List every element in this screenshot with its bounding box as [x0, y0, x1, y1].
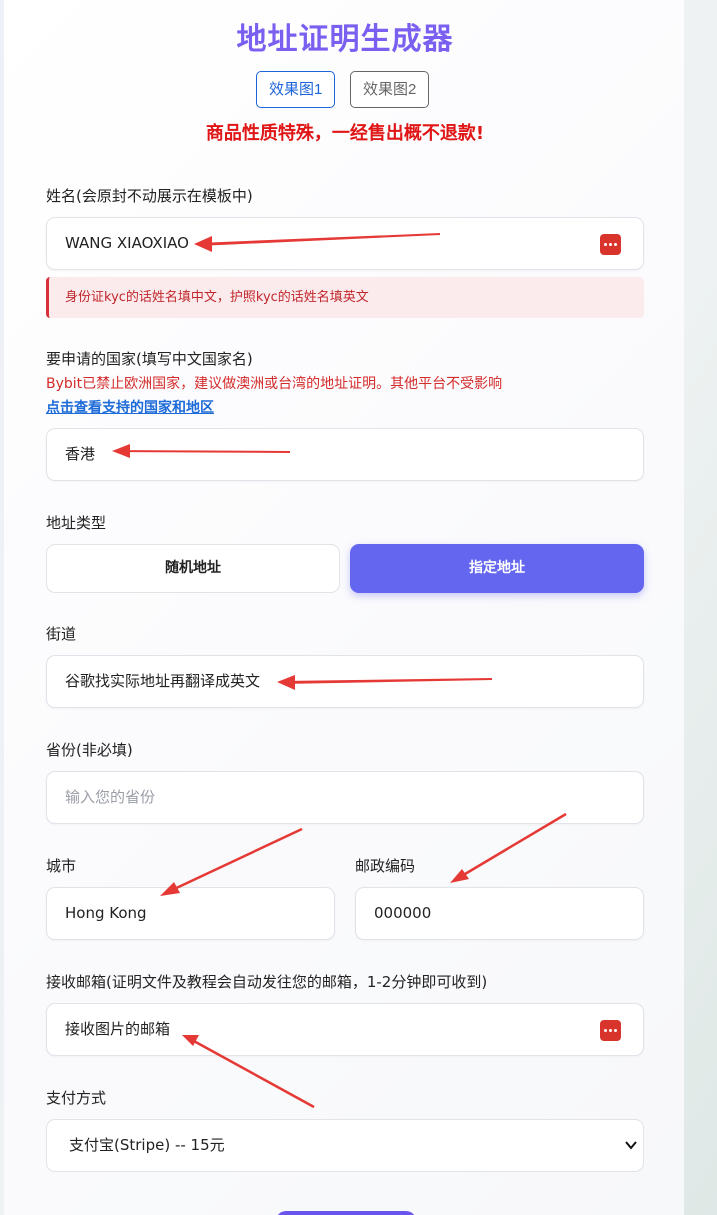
red-arrow-annotation: [194, 233, 440, 252]
red-arrow-annotation: [450, 812, 567, 883]
red-arrow-annotation: [277, 675, 492, 690]
red-arrow-annotation: [182, 1035, 315, 1109]
annotation-arrows: [112, 233, 567, 1109]
red-arrow-annotation: [160, 827, 303, 896]
red-arrow-annotation: [112, 444, 290, 458]
